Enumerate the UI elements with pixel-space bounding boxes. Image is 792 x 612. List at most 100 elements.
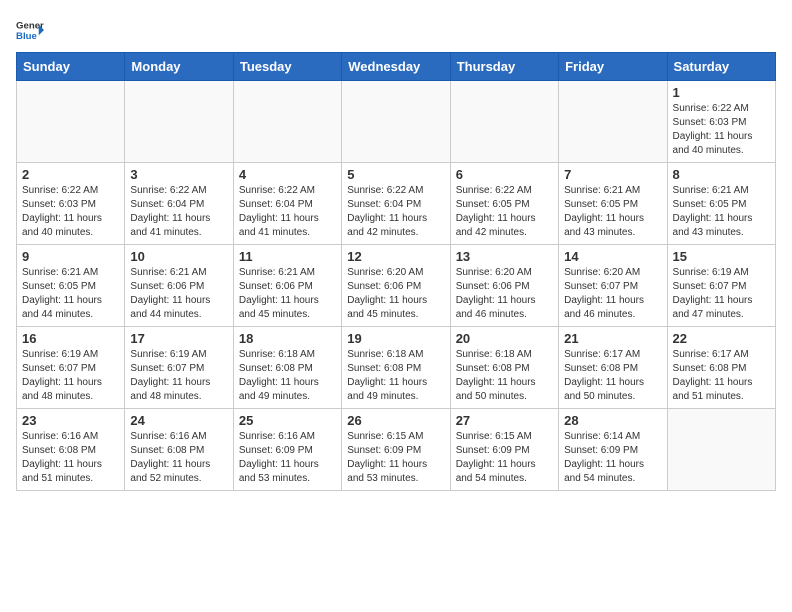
- calendar-week-row: 1 Sunrise: 6:22 AM Sunset: 6:03 PM Daylig…: [17, 81, 776, 163]
- day-number: 1: [673, 85, 770, 100]
- day-info: Sunrise: 6:22 AM Sunset: 6:04 PM Dayligh…: [239, 184, 336, 240]
- logo: General Blue: [16, 16, 44, 44]
- calendar-cell: 15 Sunrise: 6:19 AM Sunset: 6:07 PM Dayli…: [667, 245, 775, 327]
- day-number: 17: [130, 331, 227, 346]
- day-info: Sunrise: 6:21 AM Sunset: 6:05 PM Dayligh…: [22, 266, 119, 322]
- day-number: 28: [564, 413, 661, 428]
- calendar-cell: 11 Sunrise: 6:21 AM Sunset: 6:06 PM Dayli…: [233, 245, 341, 327]
- calendar-cell: [125, 81, 233, 163]
- day-number: 11: [239, 249, 336, 264]
- day-number: 3: [130, 167, 227, 182]
- day-number: 13: [456, 249, 553, 264]
- day-info: Sunrise: 6:18 AM Sunset: 6:08 PM Dayligh…: [456, 348, 553, 404]
- calendar-cell: [450, 81, 558, 163]
- calendar-cell: 17 Sunrise: 6:19 AM Sunset: 6:07 PM Dayli…: [125, 327, 233, 409]
- calendar-cell: 24 Sunrise: 6:16 AM Sunset: 6:08 PM Dayli…: [125, 409, 233, 491]
- day-info: Sunrise: 6:16 AM Sunset: 6:08 PM Dayligh…: [130, 430, 227, 486]
- day-info: Sunrise: 6:19 AM Sunset: 6:07 PM Dayligh…: [22, 348, 119, 404]
- day-info: Sunrise: 6:22 AM Sunset: 6:03 PM Dayligh…: [22, 184, 119, 240]
- day-info: Sunrise: 6:15 AM Sunset: 6:09 PM Dayligh…: [456, 430, 553, 486]
- day-number: 8: [673, 167, 770, 182]
- day-number: 10: [130, 249, 227, 264]
- day-info: Sunrise: 6:21 AM Sunset: 6:05 PM Dayligh…: [564, 184, 661, 240]
- day-info: Sunrise: 6:22 AM Sunset: 6:05 PM Dayligh…: [456, 184, 553, 240]
- day-number: 19: [347, 331, 444, 346]
- day-info: Sunrise: 6:18 AM Sunset: 6:08 PM Dayligh…: [239, 348, 336, 404]
- calendar-header-row: SundayMondayTuesdayWednesdayThursdayFrid…: [17, 53, 776, 81]
- day-info: Sunrise: 6:22 AM Sunset: 6:03 PM Dayligh…: [673, 102, 770, 158]
- weekday-header-friday: Friday: [559, 53, 667, 81]
- calendar-week-row: 23Sunrise: 6:16 AM Sunset: 6:08 PM Dayli…: [17, 409, 776, 491]
- calendar-cell: 19 Sunrise: 6:18 AM Sunset: 6:08 PM Dayli…: [342, 327, 450, 409]
- calendar-cell: 9 Sunrise: 6:21 AM Sunset: 6:05 PM Daylig…: [17, 245, 125, 327]
- calendar-cell: 20 Sunrise: 6:18 AM Sunset: 6:08 PM Dayli…: [450, 327, 558, 409]
- day-info: Sunrise: 6:22 AM Sunset: 6:04 PM Dayligh…: [130, 184, 227, 240]
- logo-icon: General Blue: [16, 16, 44, 44]
- day-info: Sunrise: 6:19 AM Sunset: 6:07 PM Dayligh…: [673, 266, 770, 322]
- day-number: 26: [347, 413, 444, 428]
- calendar-cell: 8 Sunrise: 6:21 AM Sunset: 6:05 PM Daylig…: [667, 163, 775, 245]
- calendar-cell: 25 Sunrise: 6:16 AM Sunset: 6:09 PM Dayli…: [233, 409, 341, 491]
- svg-text:Blue: Blue: [16, 31, 37, 42]
- weekday-header-sunday: Sunday: [17, 53, 125, 81]
- day-info: Sunrise: 6:19 AM Sunset: 6:07 PM Dayligh…: [130, 348, 227, 404]
- calendar-cell: [559, 81, 667, 163]
- calendar-cell: 7 Sunrise: 6:21 AM Sunset: 6:05 PM Daylig…: [559, 163, 667, 245]
- calendar-cell: 12 Sunrise: 6:20 AM Sunset: 6:06 PM Dayli…: [342, 245, 450, 327]
- calendar-cell: 16 Sunrise: 6:19 AM Sunset: 6:07 PM Dayli…: [17, 327, 125, 409]
- day-info: Sunrise: 6:16 AM Sunset: 6:08 PM Dayligh…: [22, 430, 119, 486]
- day-number: 9: [22, 249, 119, 264]
- day-info: Sunrise: 6:20 AM Sunset: 6:06 PM Dayligh…: [347, 266, 444, 322]
- day-number: 7: [564, 167, 661, 182]
- day-info: Sunrise: 6:21 AM Sunset: 6:05 PM Dayligh…: [673, 184, 770, 240]
- calendar-cell: 21 Sunrise: 6:17 AM Sunset: 6:08 PM Dayli…: [559, 327, 667, 409]
- day-info: Sunrise: 6:15 AM Sunset: 6:09 PM Dayligh…: [347, 430, 444, 486]
- page-header: General Blue: [16, 16, 776, 44]
- weekday-header-thursday: Thursday: [450, 53, 558, 81]
- day-number: 12: [347, 249, 444, 264]
- calendar-cell: 14Sunrise: 6:20 AM Sunset: 6:07 PM Dayli…: [559, 245, 667, 327]
- calendar-cell: 26 Sunrise: 6:15 AM Sunset: 6:09 PM Dayli…: [342, 409, 450, 491]
- calendar-cell: [233, 81, 341, 163]
- calendar-week-row: 2 Sunrise: 6:22 AM Sunset: 6:03 PM Daylig…: [17, 163, 776, 245]
- calendar-cell: 27Sunrise: 6:15 AM Sunset: 6:09 PM Dayli…: [450, 409, 558, 491]
- weekday-header-wednesday: Wednesday: [342, 53, 450, 81]
- calendar-cell: 22 Sunrise: 6:17 AM Sunset: 6:08 PM Dayli…: [667, 327, 775, 409]
- day-number: 16: [22, 331, 119, 346]
- day-number: 4: [239, 167, 336, 182]
- calendar-cell: 1 Sunrise: 6:22 AM Sunset: 6:03 PM Daylig…: [667, 81, 775, 163]
- day-info: Sunrise: 6:20 AM Sunset: 6:06 PM Dayligh…: [456, 266, 553, 322]
- calendar-cell: [342, 81, 450, 163]
- day-number: 22: [673, 331, 770, 346]
- calendar-cell: 23Sunrise: 6:16 AM Sunset: 6:08 PM Dayli…: [17, 409, 125, 491]
- day-info: Sunrise: 6:17 AM Sunset: 6:08 PM Dayligh…: [673, 348, 770, 404]
- day-info: Sunrise: 6:21 AM Sunset: 6:06 PM Dayligh…: [130, 266, 227, 322]
- day-number: 25: [239, 413, 336, 428]
- day-number: 6: [456, 167, 553, 182]
- calendar-cell: 28Sunrise: 6:14 AM Sunset: 6:09 PM Dayli…: [559, 409, 667, 491]
- calendar-cell: 4 Sunrise: 6:22 AM Sunset: 6:04 PM Daylig…: [233, 163, 341, 245]
- calendar-cell: 13 Sunrise: 6:20 AM Sunset: 6:06 PM Dayli…: [450, 245, 558, 327]
- day-info: Sunrise: 6:17 AM Sunset: 6:08 PM Dayligh…: [564, 348, 661, 404]
- day-info: Sunrise: 6:16 AM Sunset: 6:09 PM Dayligh…: [239, 430, 336, 486]
- weekday-header-tuesday: Tuesday: [233, 53, 341, 81]
- calendar-cell: 10 Sunrise: 6:21 AM Sunset: 6:06 PM Dayli…: [125, 245, 233, 327]
- day-info: Sunrise: 6:22 AM Sunset: 6:04 PM Dayligh…: [347, 184, 444, 240]
- day-number: 20: [456, 331, 553, 346]
- calendar-cell: 18Sunrise: 6:18 AM Sunset: 6:08 PM Dayli…: [233, 327, 341, 409]
- weekday-header-saturday: Saturday: [667, 53, 775, 81]
- calendar-cell: 6 Sunrise: 6:22 AM Sunset: 6:05 PM Daylig…: [450, 163, 558, 245]
- day-number: 24: [130, 413, 227, 428]
- day-number: 15: [673, 249, 770, 264]
- day-info: Sunrise: 6:21 AM Sunset: 6:06 PM Dayligh…: [239, 266, 336, 322]
- day-info: Sunrise: 6:18 AM Sunset: 6:08 PM Dayligh…: [347, 348, 444, 404]
- calendar-cell: 2 Sunrise: 6:22 AM Sunset: 6:03 PM Daylig…: [17, 163, 125, 245]
- day-number: 2: [22, 167, 119, 182]
- calendar-cell: 3 Sunrise: 6:22 AM Sunset: 6:04 PM Daylig…: [125, 163, 233, 245]
- day-number: 5: [347, 167, 444, 182]
- calendar-cell: [17, 81, 125, 163]
- day-number: 21: [564, 331, 661, 346]
- day-number: 14: [564, 249, 661, 264]
- weekday-header-monday: Monday: [125, 53, 233, 81]
- calendar-cell: [667, 409, 775, 491]
